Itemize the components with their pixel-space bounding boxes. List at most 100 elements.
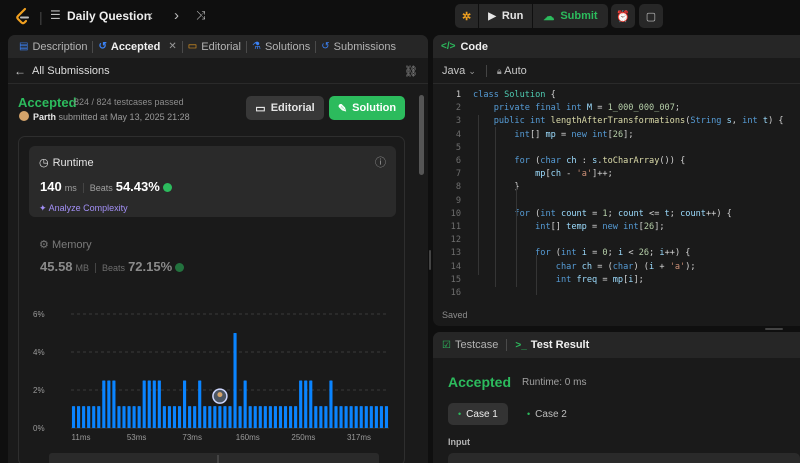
test-panel: ☑ Testcase >_ Test Result Accepted Runti… bbox=[433, 332, 800, 463]
tab-description[interactable]: ▤ Description bbox=[14, 35, 92, 58]
tab-label: Solutions bbox=[264, 40, 311, 53]
chart-bar bbox=[283, 406, 288, 428]
code-line[interactable]: 8 } bbox=[433, 181, 800, 194]
chart-bar bbox=[127, 406, 131, 428]
chart-bar bbox=[369, 406, 373, 428]
next-problem-icon[interactable]: › bbox=[174, 8, 179, 23]
language-bar: Java ⌄ 🔒︎ Auto bbox=[433, 58, 800, 84]
case-2-button[interactable]: • Case 2 bbox=[517, 403, 577, 425]
code-editor[interactable]: 1 class Solution {2 private final int M =… bbox=[433, 86, 800, 298]
share-link-icon[interactable]: ⛓ bbox=[404, 65, 418, 78]
notes-button[interactable]: ▢ bbox=[639, 4, 663, 28]
code-text: for (int count = 1; count <= t; count++)… bbox=[514, 208, 732, 219]
memory-header[interactable]: ⚙ Memory bbox=[39, 238, 92, 251]
tab-label: Testcase bbox=[454, 339, 499, 351]
code-line[interactable]: 6 for (char ch : s.toCharArray()) { bbox=[433, 155, 800, 168]
scrollbar[interactable] bbox=[419, 95, 424, 463]
info-icon[interactable]: ⓘ bbox=[375, 154, 386, 170]
code-text: for (char ch : s.toCharArray()) { bbox=[514, 156, 686, 166]
problem-list-icon[interactable]: ☰ bbox=[50, 9, 61, 21]
language-value: Java bbox=[442, 64, 466, 77]
submitter-info: Parth submitted at May 13, 2025 21:28 bbox=[33, 112, 190, 122]
scrollbar-thumb[interactable] bbox=[419, 95, 424, 175]
back-arrow-icon[interactable]: ← bbox=[14, 64, 26, 78]
scrubber-handle[interactable] bbox=[217, 455, 219, 463]
tab-code[interactable]: Code bbox=[460, 41, 488, 53]
code-icon: </> bbox=[441, 41, 456, 52]
problem-title[interactable]: Daily Question bbox=[67, 9, 151, 23]
code-line[interactable]: 5 bbox=[433, 142, 800, 155]
tab-test-result[interactable]: >_ Test Result bbox=[515, 339, 589, 351]
line-number: 12 bbox=[450, 235, 461, 246]
runtime-value-row: 140 ms Beats 54.43% bbox=[40, 179, 172, 194]
case-1-button[interactable]: • Case 1 bbox=[448, 403, 508, 425]
tab-solutions[interactable]: ⚗ Solutions bbox=[247, 35, 315, 58]
chart-bar bbox=[157, 380, 161, 428]
memory-value: 45.58 bbox=[40, 259, 73, 274]
testcases-passed: 824 / 824 testcases passed bbox=[74, 97, 184, 107]
tab-editorial[interactable]: ▭ Editorial bbox=[183, 35, 246, 58]
chart-bar bbox=[172, 406, 177, 428]
tab-testcase[interactable]: ☑ Testcase bbox=[442, 339, 498, 351]
editorial-button[interactable]: ▭ Editorial bbox=[246, 96, 324, 120]
code-line[interactable]: 16 bbox=[433, 287, 800, 300]
code-line[interactable]: 1 class Solution { bbox=[433, 89, 800, 102]
code-line[interactable]: 11 int[] temp = new int[26]; bbox=[433, 221, 800, 234]
code-text: mp[ch - 'a']++; bbox=[535, 169, 613, 180]
avatar[interactable] bbox=[19, 111, 29, 121]
chart-bar bbox=[304, 380, 308, 428]
timer-button[interactable]: ⏰ bbox=[611, 4, 635, 28]
stats-card: ◷ Runtime ⓘ 140 ms Beats 54.43% ✦ Analyze C… bbox=[18, 136, 405, 463]
tab-submissions[interactable]: ↺ Submissions bbox=[316, 35, 401, 58]
analyze-complexity-link[interactable]: ✦ Analyze Complexity bbox=[39, 203, 128, 214]
tab-accepted[interactable]: ↺ Accepted ✕ bbox=[93, 35, 181, 58]
input-value-box bbox=[448, 453, 800, 463]
code-line[interactable]: 10 for (int count = 1; count <= t; count… bbox=[433, 208, 800, 221]
chart-bar bbox=[238, 406, 242, 428]
code-line[interactable]: 4 int[] mp = new int[26]; bbox=[433, 129, 800, 142]
chart-bar bbox=[294, 406, 298, 428]
code-line[interactable]: 2 private final int M = 1_000_000_007; bbox=[433, 102, 800, 115]
code-line[interactable]: 9 bbox=[433, 195, 800, 208]
code-line[interactable]: 12 bbox=[433, 234, 800, 247]
run-button[interactable]: ▶ Run bbox=[479, 4, 532, 28]
memory-unit: MB bbox=[75, 263, 90, 273]
line-number: 2 bbox=[455, 103, 461, 114]
chart-bar bbox=[263, 406, 267, 428]
debug-button[interactable]: ✲ bbox=[455, 4, 478, 28]
code-line[interactable]: 3 public int lengthAfterTransformations(… bbox=[433, 115, 800, 128]
code-line[interactable]: 13 for (int i = 0; i < 26; i++) { bbox=[433, 247, 800, 260]
runtime-box[interactable]: ◷ Runtime ⓘ 140 ms Beats 54.43% ✦ Analyze C… bbox=[29, 146, 396, 217]
code-line[interactable]: 15 int freq = mp[i]; bbox=[433, 274, 800, 287]
code-panel: </> Code Java ⌄ 🔒︎ Auto 1 class Solution … bbox=[433, 35, 800, 326]
panel-resize-handle[interactable] bbox=[429, 35, 432, 463]
leetcode-logo[interactable] bbox=[14, 7, 32, 26]
chart-range-scrubber[interactable] bbox=[49, 453, 379, 463]
avatar-marker-face bbox=[217, 392, 223, 398]
language-select[interactable]: Java ⌄ bbox=[442, 65, 476, 77]
prev-problem-icon[interactable]: ‹ bbox=[148, 8, 153, 23]
chart-bar bbox=[278, 406, 283, 428]
code-line[interactable]: 14 char ch = (char) (i + 'a'); bbox=[433, 261, 800, 274]
chart-bar bbox=[364, 406, 368, 428]
chart-bar bbox=[379, 406, 383, 428]
chart-bar bbox=[102, 380, 106, 428]
all-submissions-link[interactable]: All Submissions bbox=[32, 65, 110, 77]
test-runtime: Runtime: 0 ms bbox=[522, 377, 587, 388]
chart-bar bbox=[152, 380, 156, 428]
runtime-value: 140 bbox=[40, 179, 62, 194]
horizontal-resize-handle[interactable] bbox=[765, 328, 783, 330]
username[interactable]: Parth bbox=[33, 112, 56, 122]
chart-bar bbox=[198, 380, 202, 428]
checkbox-icon: ☑ bbox=[442, 339, 451, 351]
close-tab-icon[interactable]: ✕ bbox=[168, 41, 176, 52]
runtime-distribution-chart[interactable]: 6% 4% 2% 0% 11ms 53ms 73ms 160ms 250ms 317ms bbox=[29, 302, 399, 452]
code-line[interactable]: 7 mp[ch - 'a']++; bbox=[433, 168, 800, 181]
auto-mode-toggle[interactable]: 🔒︎ Auto bbox=[497, 65, 527, 77]
shuffle-icon[interactable]: ⤨ bbox=[196, 9, 206, 21]
chart-bar bbox=[132, 406, 136, 428]
solution-button[interactable]: ✎ Solution bbox=[329, 96, 405, 120]
submit-button[interactable]: ☁ Submit bbox=[533, 4, 607, 28]
line-number: 8 bbox=[455, 182, 461, 193]
chart-bar bbox=[359, 406, 363, 428]
